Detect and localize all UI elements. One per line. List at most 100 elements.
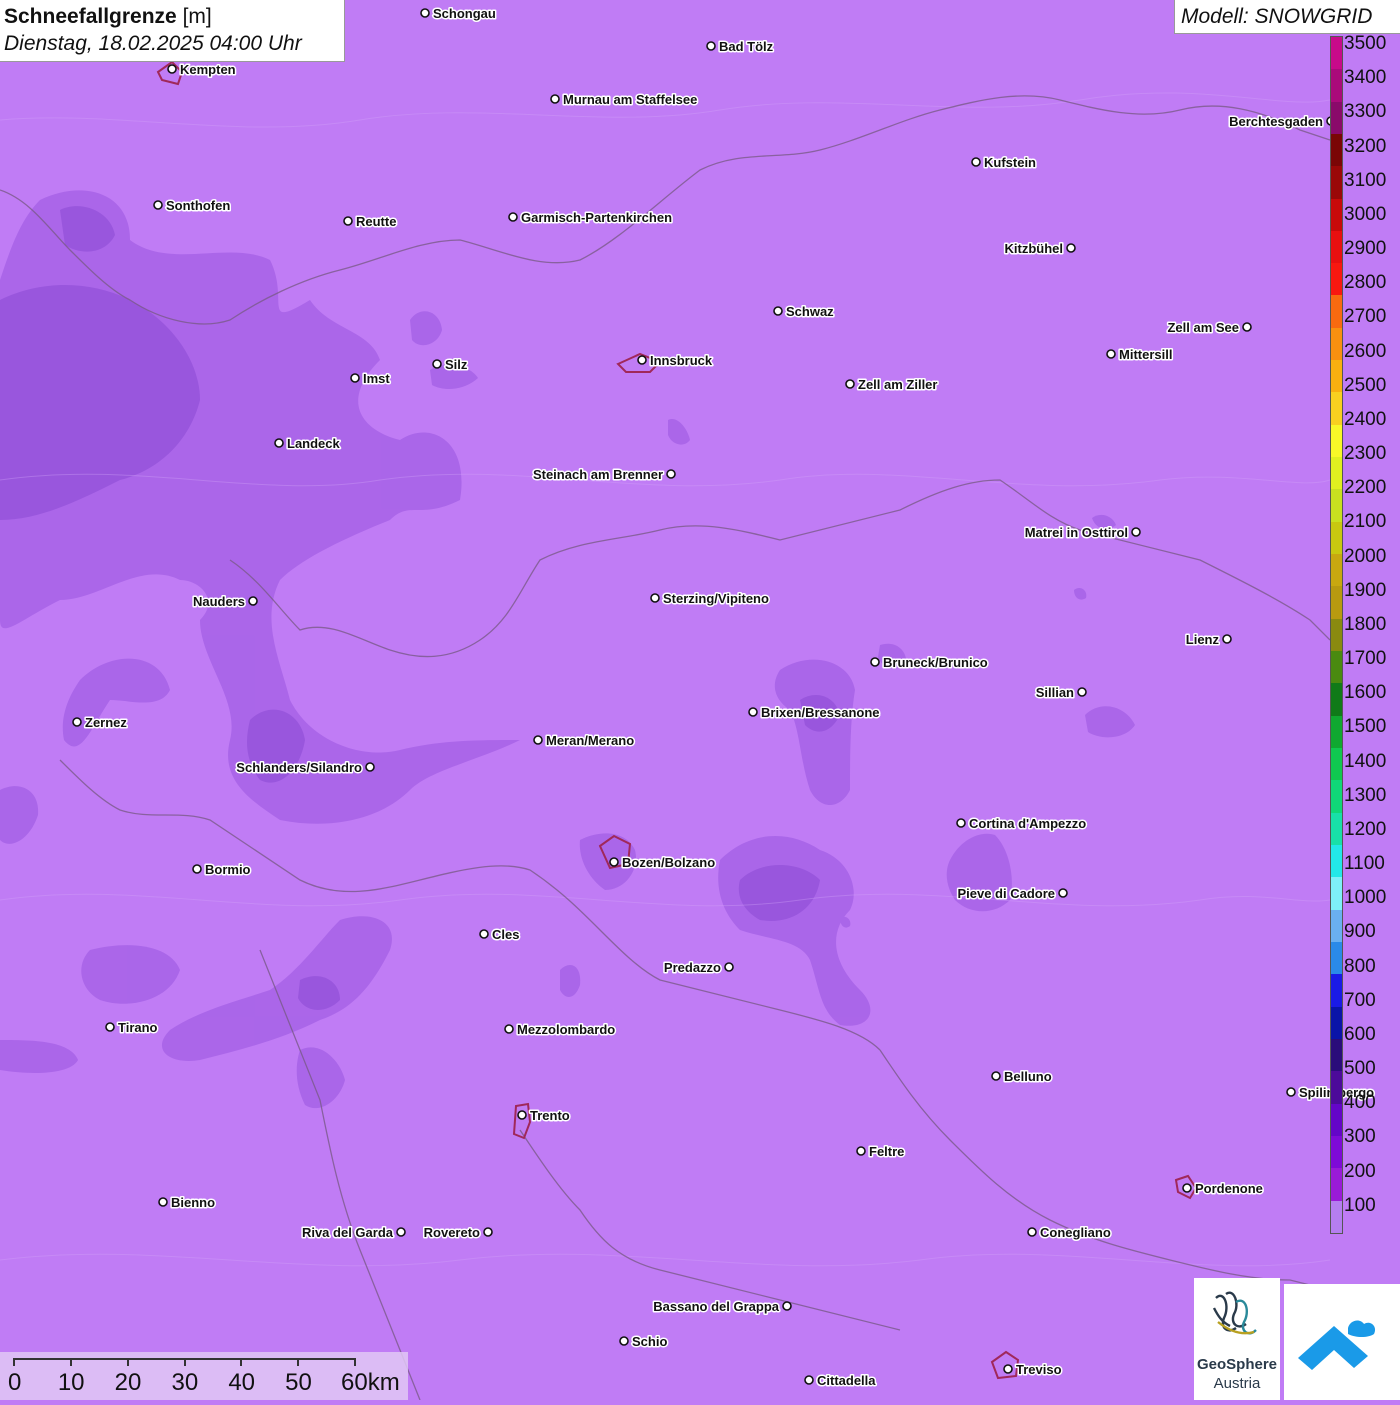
city-marker[interactable]: Matrei in Osttirol	[1023, 524, 1141, 542]
app-logo[interactable]	[1284, 1284, 1400, 1400]
legend-color-step	[1331, 715, 1342, 749]
legend-label: 1300	[1344, 784, 1387, 806]
city-dot	[1222, 634, 1232, 644]
legend-color-step	[1331, 909, 1342, 943]
legend-color-step	[1331, 166, 1342, 199]
city-marker[interactable]: Cortina d'Ampezzo	[956, 815, 1088, 833]
legend-label: 3000	[1344, 203, 1387, 225]
city-dot	[248, 596, 258, 606]
legend-color-step	[1331, 586, 1342, 619]
snowline-map[interactable]: Kempten Schongau Bad Tölz Murnau am Staffel…	[0, 0, 1400, 1400]
city-marker[interactable]: Berchtesgaden	[1228, 113, 1336, 131]
city-dot	[619, 1336, 629, 1346]
city-marker[interactable]: Zell am Ziller	[845, 376, 939, 394]
city-marker[interactable]: Mezzolombardo	[504, 1021, 617, 1039]
geosphere-icon	[1212, 1291, 1257, 1335]
city-label: Schwaz	[786, 304, 834, 319]
legend-label: 2400	[1344, 408, 1387, 430]
city-marker[interactable]: Bruneck/Brunico	[870, 654, 989, 672]
scale-label: 50	[285, 1369, 312, 1396]
scale-tick	[354, 1358, 356, 1366]
legend-label: 200	[1344, 1160, 1376, 1182]
legend-label: 1200	[1344, 818, 1387, 840]
city-label: Meran/Merano	[546, 733, 634, 748]
city-dot	[72, 717, 82, 727]
city-label: Cittadella	[817, 1373, 876, 1388]
legend-color-step	[1331, 360, 1342, 393]
scale-tick	[13, 1358, 15, 1366]
city-marker[interactable]: Sonthofen	[153, 197, 232, 215]
city-marker[interactable]: Pieve di Cadore	[956, 885, 1068, 903]
city-marker[interactable]: Pordenone	[1182, 1180, 1264, 1198]
city-marker[interactable]: Steinach am Brenner	[531, 466, 676, 484]
city-label: Mittersill	[1119, 347, 1172, 362]
city-marker[interactable]: Murnau am Staffelsee	[550, 91, 699, 109]
legend-color-step	[1331, 1168, 1342, 1201]
legend-label: 3400	[1344, 67, 1387, 89]
city-label: Cortina d'Ampezzo	[969, 816, 1086, 831]
legend-label: 3100	[1344, 169, 1387, 191]
city-label: Sillian	[1036, 685, 1074, 700]
city-label: Conegliano	[1040, 1225, 1111, 1240]
city-label: Brixen/Bressanone	[761, 705, 880, 720]
city-marker[interactable]: Brixen/Bressanone	[748, 704, 881, 722]
city-dot	[991, 1071, 1001, 1081]
city-label: Nauders	[193, 594, 245, 609]
city-dot	[956, 818, 966, 828]
city-label: Schio	[632, 1334, 667, 1349]
city-marker[interactable]: Meran/Merano	[533, 732, 636, 750]
city-dot	[1242, 322, 1252, 332]
legend-color-step	[1331, 942, 1342, 975]
legend-label: 2500	[1344, 374, 1387, 396]
map-title-box: Schneefallgrenze [m] Dienstag, 18.02.202…	[0, 0, 345, 62]
legend-label: 400	[1344, 1092, 1376, 1114]
geosphere-logo[interactable]: GeoSphere Austria	[1194, 1278, 1280, 1400]
legend-color-step	[1331, 424, 1342, 458]
legend-color-step	[1331, 683, 1342, 716]
city-label: Zell am See	[1167, 320, 1239, 335]
city-marker[interactable]: Schongau	[420, 5, 497, 23]
legend-color-step	[1331, 812, 1342, 846]
color-legend: 3500 3400 3300 3200 3100 3000 2900 2800 2700 2600…	[1328, 34, 1400, 1234]
city-label: Kitzbühel	[1005, 241, 1064, 256]
city-dot	[343, 216, 353, 226]
legend-color-step	[1331, 1200, 1342, 1233]
legend-color-step	[1331, 36, 1342, 70]
city-label: Matrei in Osttirol	[1025, 525, 1128, 540]
city-label: Schongau	[433, 6, 496, 21]
city-label: Silz	[445, 357, 468, 372]
city-dot	[637, 355, 647, 365]
legend-color-step	[1331, 1071, 1342, 1104]
city-label: Trento	[530, 1108, 570, 1123]
city-marker[interactable]: Innsbruck	[637, 352, 714, 370]
city-marker[interactable]: Schlanders/Silandro	[235, 759, 375, 777]
city-marker[interactable]: Riva del Garda	[300, 1224, 406, 1242]
legend-color-step	[1331, 101, 1342, 134]
city-marker[interactable]: Bassano del Grappa	[652, 1298, 792, 1316]
legend-color-step	[1331, 392, 1342, 425]
city-label: Predazzo	[664, 960, 721, 975]
city-dot	[105, 1022, 115, 1032]
parameter-unit: [m]	[182, 5, 212, 28]
city-label: Feltre	[869, 1144, 904, 1159]
city-marker[interactable]: Bozen/Bolzano	[609, 854, 717, 872]
legend-label: 2300	[1344, 443, 1387, 465]
scale-tick	[126, 1358, 129, 1366]
scale-label: 20	[114, 1369, 142, 1396]
legend-color-step	[1331, 618, 1342, 652]
scale-tick	[69, 1358, 72, 1366]
city-marker[interactable]: Conegliano	[1027, 1224, 1112, 1242]
scale-label: 30	[171, 1369, 199, 1396]
city-dot	[782, 1301, 792, 1311]
mountain-icon	[1298, 1320, 1376, 1370]
city-dot	[856, 1146, 866, 1156]
legend-color-step	[1331, 198, 1342, 231]
city-marker[interactable]: Garmisch-Partenkirchen	[508, 209, 674, 227]
legend-color-step	[1331, 457, 1342, 490]
city-label: Sonthofen	[166, 198, 230, 213]
legend-labels: 3500 3400 3300 3200 3100 3000 2900 2800 2700 2600…	[1344, 34, 1400, 1232]
city-marker[interactable]: Sterzing/Vipiteno	[650, 590, 770, 608]
scale-label: 40	[228, 1369, 256, 1396]
city-marker[interactable]: Zell am See	[1166, 319, 1252, 337]
logo-name: GeoSphere	[1196, 1356, 1278, 1373]
